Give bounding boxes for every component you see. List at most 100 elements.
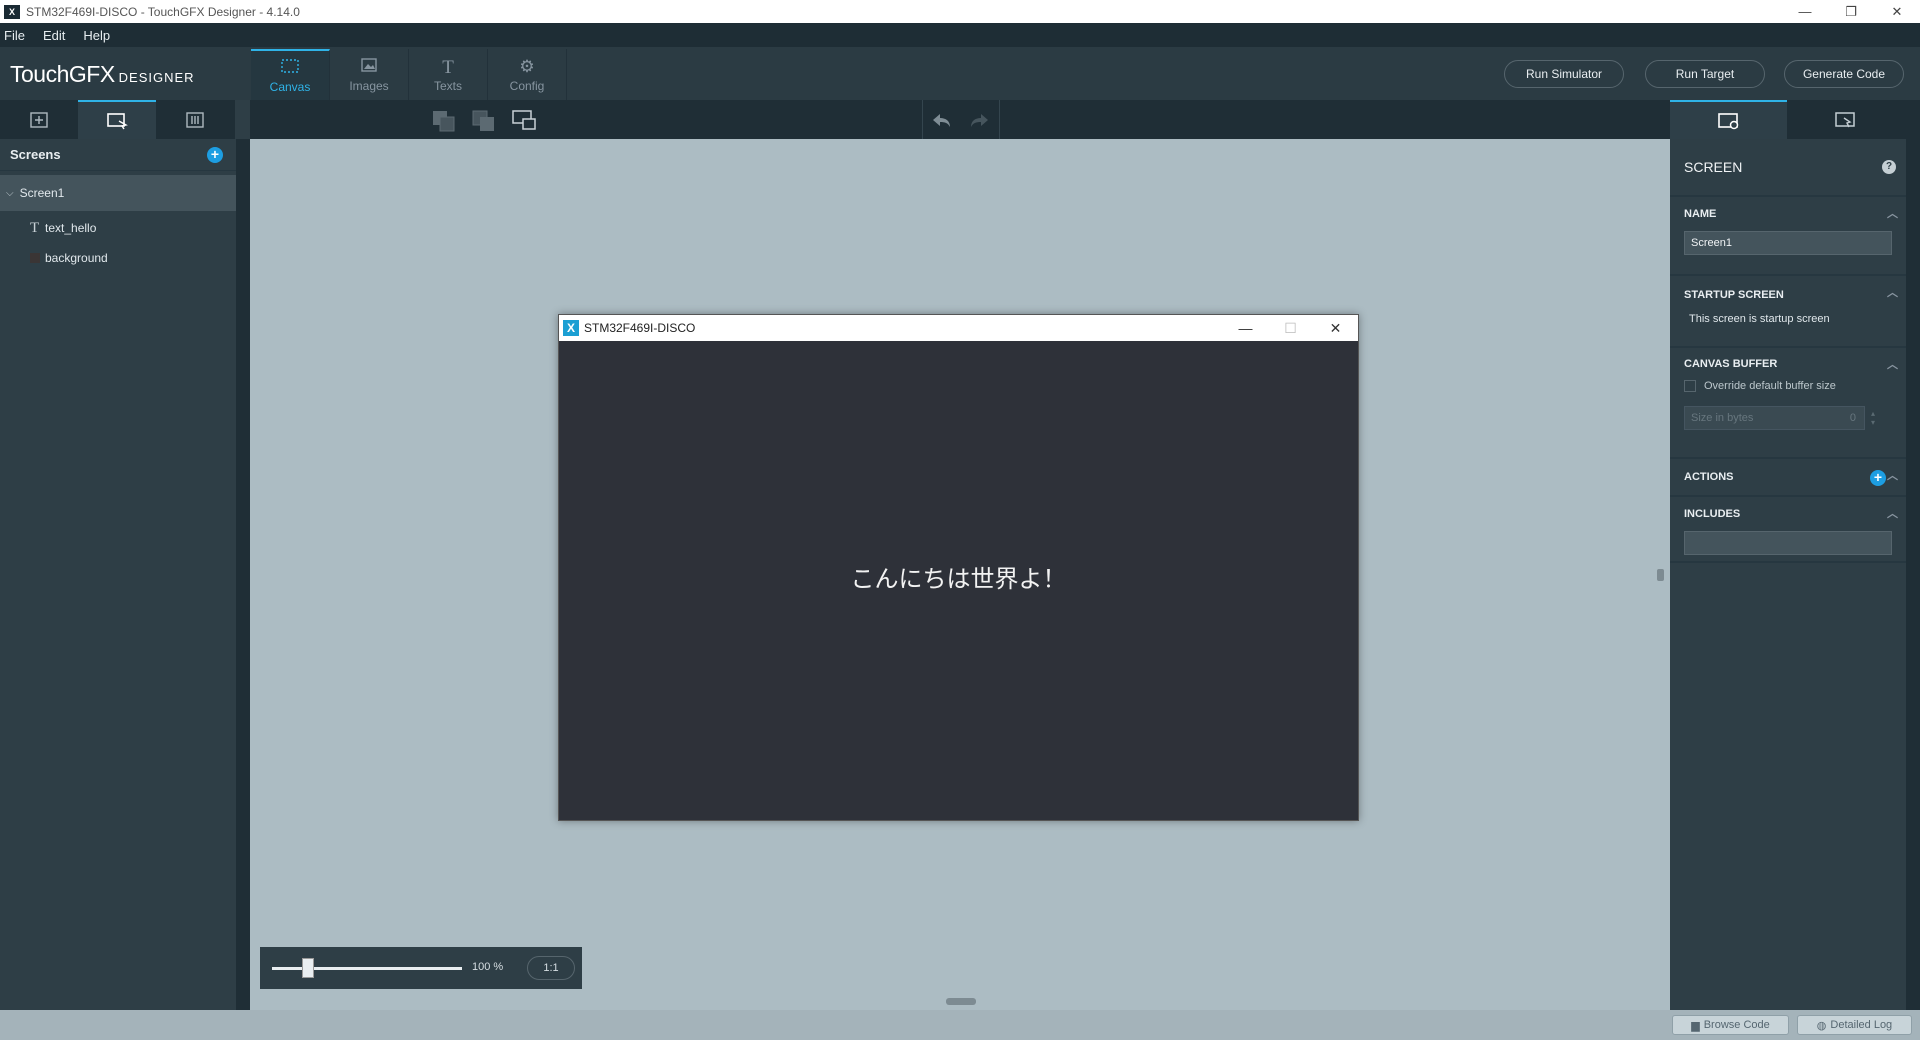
minimize-icon[interactable]: — [1782,0,1828,23]
tab-config-label: Config [509,78,545,93]
tree-view-button[interactable] [78,100,156,139]
detailed-log-label: Detailed Log [1830,1019,1893,1031]
touchgfx-logo: TouchGFX DESIGNER [10,61,195,88]
screens-title: Screens [10,147,61,162]
menu-file[interactable]: File [0,28,33,43]
undo-icon[interactable] [929,109,955,133]
interactions-tab-button[interactable] [1787,100,1904,139]
chevron-up-icon[interactable]: ︿ [1887,467,1898,483]
actions-section: ACTIONS + ︿ [1670,459,1906,497]
add-widget-button[interactable] [0,100,78,139]
redo-icon[interactable] [966,109,992,133]
canvas-buffer-section: CANVAS BUFFER ︿ Override default buffer … [1670,348,1906,459]
interactions-button[interactable] [156,100,234,139]
screens-header: Screens + [0,139,236,171]
includes-section-label: INCLUDES [1684,508,1741,520]
browse-code-button[interactable]: ▆ Browse Code [1672,1015,1789,1035]
window-titlebar: X STM32F469I-DISCO - TouchGFX Designer -… [0,0,1920,23]
log-icon: ◍ [1816,1019,1827,1032]
detailed-log-button[interactable]: ◍ Detailed Log [1797,1015,1912,1035]
toolbar-divider [922,100,923,139]
menu-bar: File Edit Help [0,23,1920,47]
tree-item-screen1[interactable]: ⌵ Screen1 [0,175,236,211]
add-widget-icon [30,111,48,128]
run-target-button[interactable]: Run Target [1645,60,1765,88]
box-widget-icon [30,253,40,263]
actions-section-header[interactable]: ACTIONS + ︿ [1684,459,1898,495]
zoom-control: 100 % 1:1 [260,947,582,989]
vertical-scroll-handle[interactable] [1657,569,1664,581]
chevron-up-icon[interactable]: ︿ [1887,356,1898,372]
startup-section-label: STARTUP SCREEN [1684,288,1784,301]
tab-images[interactable]: Images [330,49,409,100]
close-icon[interactable]: ✕ [1313,315,1358,341]
tab-canvas[interactable]: Canvas [251,49,330,100]
right-panel-border [1906,139,1920,1010]
run-simulator-button[interactable]: Run Simulator [1504,60,1624,88]
tab-canvas-label: Canvas [269,79,311,94]
zoom-slider-track[interactable] [272,967,462,970]
screens-panel: Screens + ⌵ Screen1 T text_hello backgro… [0,139,236,1010]
simulator-title: STM32F469I-DISCO [584,321,696,335]
maximize-icon[interactable]: ☐ [1268,315,1313,341]
horizontal-scroll-handle[interactable] [946,998,976,1005]
chevron-up-icon[interactable]: ︿ [1887,284,1898,300]
touchgfx-app-icon: X [4,4,20,19]
name-section-header[interactable]: NAME ︿ [1684,197,1898,231]
images-icon [360,57,378,75]
screen-name-field[interactable]: Screen1 [1684,231,1892,255]
chevron-up-icon[interactable]: ︿ [1887,505,1898,521]
status-bar: ▆ Browse Code ◍ Detailed Log [0,1010,1920,1040]
browse-code-label: Browse Code [1703,1019,1770,1031]
group-icon[interactable] [511,109,537,133]
help-icon[interactable]: ? [1882,160,1896,174]
properties-tab-button[interactable] [1670,100,1787,139]
chevron-down-icon[interactable]: ⌵ [6,188,14,199]
restore-icon[interactable]: ❐ [1828,0,1874,23]
tab-config[interactable]: ⚙ Config [488,49,567,100]
name-section-label: NAME [1684,208,1717,220]
properties-title: SCREEN ? [1670,139,1906,197]
properties-title-label: SCREEN [1684,159,1743,175]
tab-texts[interactable]: T Texts [409,49,488,100]
canvas-toolbar [250,100,1670,139]
simulator-window-controls: — ☐ ✕ [1223,315,1358,341]
interactions-icon [1834,111,1855,127]
send-to-back-icon[interactable] [471,109,497,133]
touchgfx-app-icon: X [563,320,579,336]
startup-section-header[interactable]: STARTUP SCREEN ︿ [1684,276,1898,313]
add-action-icon[interactable]: + [1870,470,1886,486]
canvas-icon [281,58,299,76]
menu-edit[interactable]: Edit [39,28,73,43]
includes-field[interactable] [1684,531,1892,555]
right-toolbar [1670,100,1920,139]
tree-item-text-hello[interactable]: T text_hello [0,211,236,245]
properties-panel: SCREEN ? NAME ︿ Screen1 STARTUP SCREEN ︿… [1670,139,1906,1010]
menu-help[interactable]: Help [79,28,118,43]
tree-item-background[interactable]: background [0,241,236,275]
bring-to-front-icon[interactable] [431,109,457,133]
close-icon[interactable]: ✕ [1874,0,1920,23]
chevron-up-icon[interactable]: ︿ [1887,205,1898,221]
override-buffer-checkbox[interactable] [1684,380,1696,392]
toolbar-divider [999,100,1000,139]
zoom-value: 100 % [472,961,504,973]
sliders-icon [186,111,204,128]
zoom-slider-thumb[interactable] [302,958,315,978]
tree-item-label: text_hello [45,221,97,235]
canvas-buffer-header[interactable]: CANVAS BUFFER ︿ [1684,348,1898,380]
canvas-buffer-label: CANVAS BUFFER [1684,358,1778,370]
tree-item-label: Screen1 [19,186,65,200]
tab-images-label: Images [349,78,389,93]
generate-code-button[interactable]: Generate Code [1784,60,1904,88]
includes-section: INCLUDES ︿ [1670,497,1906,563]
buffer-size-field[interactable]: Size in bytes 0 [1684,406,1865,430]
minimize-icon[interactable]: — [1223,315,1268,341]
add-screen-icon[interactable]: + [207,147,223,163]
startup-screen-section: STARTUP SCREEN ︿ This screen is startup … [1670,276,1906,348]
screen-properties-icon [1717,112,1738,129]
zoom-reset-button[interactable]: 1:1 [527,956,575,980]
window-controls: — ❐ ✕ [1782,0,1920,23]
includes-section-header[interactable]: INCLUDES ︿ [1684,497,1898,531]
stepper-icon[interactable]: ▴ ▾ [1871,409,1875,427]
